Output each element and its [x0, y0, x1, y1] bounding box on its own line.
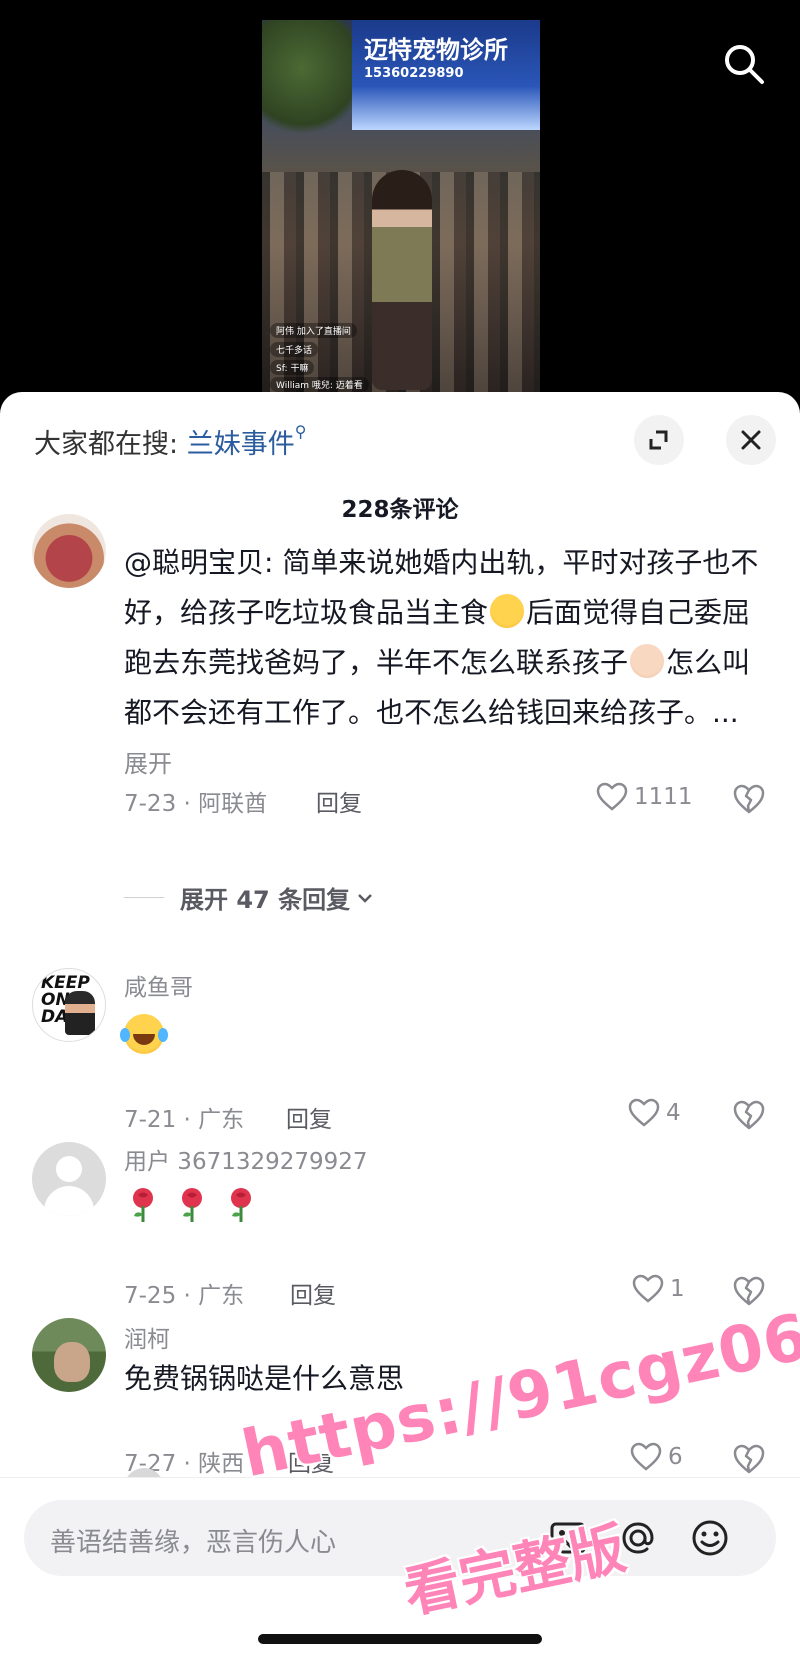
dislike-icon[interactable] — [732, 782, 766, 816]
live-message: 七千多话 — [270, 342, 319, 357]
search-small-icon: ⚲ — [294, 422, 307, 441]
search-icon[interactable] — [722, 42, 766, 86]
like-button[interactable]: 1111 — [596, 782, 693, 812]
expand-icon — [649, 430, 668, 450]
chevron-down-icon — [358, 893, 372, 903]
shop-sign-phone: 15360229890 — [364, 66, 464, 81]
username[interactable]: 润柯 — [124, 1320, 170, 1354]
like-count: 4 — [666, 1100, 681, 1126]
search-suggestion-label: 大家都在搜: — [34, 429, 179, 460]
like-count: 1 — [670, 1276, 685, 1302]
expand-replies-label: 展开 47 条回复 — [180, 886, 351, 914]
reply-button[interactable]: 回复 — [316, 784, 362, 818]
username[interactable]: 咸鱼哥 — [124, 968, 193, 1002]
avatar-body — [44, 1186, 94, 1216]
video-frame[interactable]: 迈特宠物诊所 15360229890 阿伟 加入了直播间 七千多话 Sf: 干嘛… — [262, 20, 540, 392]
live-message: Sf: 干嘛 — [270, 360, 315, 375]
live-message: 阿伟 加入了直播间 — [270, 323, 357, 338]
comment-date-location: 7-21 · 广东 — [124, 1107, 245, 1133]
search-suggestion-term[interactable]: 兰妹事件 — [187, 429, 295, 460]
default-avatar[interactable] — [32, 1142, 106, 1216]
like-count: 6 — [668, 1444, 683, 1470]
avatar-figure — [65, 991, 95, 1035]
crying-emoji-icon — [490, 594, 525, 628]
dislike-icon[interactable] — [732, 1098, 766, 1132]
heart-icon — [596, 782, 628, 811]
avatar[interactable] — [32, 514, 106, 588]
like-button[interactable]: 4 — [628, 1098, 681, 1128]
emoji-icon[interactable] — [690, 1518, 730, 1558]
avatar-head — [56, 1156, 82, 1182]
search-suggestion[interactable]: 大家都在搜: 兰妹事件⚲ — [34, 422, 306, 461]
reply-button[interactable]: 回复 — [286, 1100, 332, 1134]
expand-replies-button[interactable]: 展开 47 条回复 — [124, 880, 376, 915]
divider-line — [124, 897, 164, 898]
emoji-mouth — [133, 1034, 155, 1045]
emoji-tear — [158, 1028, 168, 1042]
expand-button[interactable] — [634, 415, 684, 465]
rose-icon — [231, 1188, 252, 1222]
comment-text: @聪明宝贝: 简单来说她婚内出轨，平时对孩子也不好，给孩子吃垃圾食品当主食 后面觉… — [124, 538, 764, 789]
live-message: William 哦兒: 迈着看 — [270, 377, 369, 392]
avatar[interactable] — [32, 1318, 106, 1392]
like-button[interactable]: 6 — [630, 1442, 683, 1472]
emoji-tear — [120, 1028, 130, 1042]
rose-icon — [182, 1188, 203, 1222]
video-player[interactable]: 迈特宠物诊所 15360229890 阿伟 加入了直播间 七千多话 Sf: 干嘛… — [0, 0, 800, 410]
reply-button[interactable]: 回复 — [290, 1276, 336, 1310]
expand-more-link[interactable]: 展开 — [124, 750, 172, 778]
avatar-animal — [54, 1342, 90, 1382]
close-button[interactable] — [726, 415, 776, 465]
comment-input-placeholder: 善语结善缘，恶言伤人心 — [50, 1528, 337, 1558]
baby-emoji-icon — [630, 644, 665, 678]
comment-sheet: 大家都在搜: 兰妹事件⚲ 228条评论 @聪明宝贝: 简单来说她婚内出轨，平时对… — [0, 392, 800, 1657]
like-button[interactable]: 1 — [632, 1274, 685, 1304]
comment-count: 228条评论 — [341, 497, 459, 523]
video-woman — [372, 170, 432, 390]
heart-icon — [630, 1442, 662, 1471]
laughing-emoji-icon — [120, 1014, 168, 1054]
home-indicator — [258, 1634, 542, 1644]
comment-date-location: 7-23 · 阿联酋 — [124, 791, 268, 817]
heart-icon — [628, 1098, 660, 1127]
dislike-icon[interactable] — [732, 1274, 766, 1308]
shop-sign: 迈特宠物诊所 15360229890 — [352, 20, 540, 130]
like-count: 1111 — [634, 784, 693, 810]
dislike-icon[interactable] — [732, 1442, 766, 1476]
shop-sign-title: 迈特宠物诊所 — [364, 36, 508, 64]
username[interactable]: 用户 3671329279927 — [124, 1142, 368, 1176]
avatar[interactable]: KEEP ON DAN — [32, 968, 106, 1042]
heart-icon — [632, 1274, 664, 1303]
close-icon — [741, 430, 761, 450]
rose-emoji-group — [128, 1186, 270, 1228]
rose-icon — [133, 1188, 153, 1222]
comment-date-location: 7-25 · 广东 — [124, 1283, 245, 1309]
video-tree — [262, 20, 362, 140]
